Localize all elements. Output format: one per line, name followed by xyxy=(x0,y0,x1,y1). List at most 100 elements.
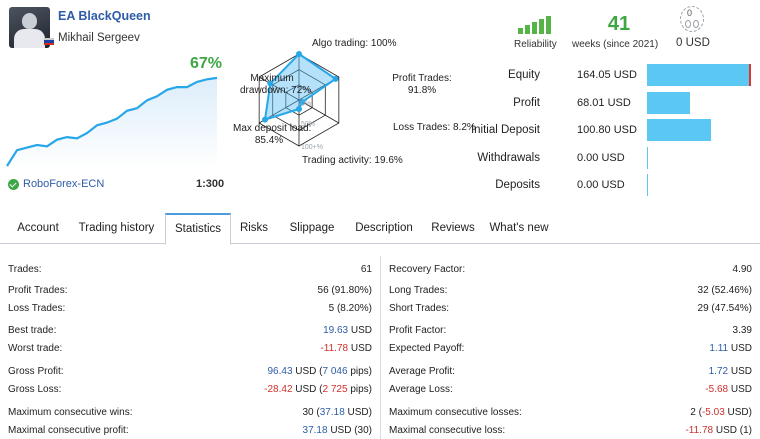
broker-name: RoboForex-ECN xyxy=(23,178,105,190)
radar-axis-label-line: drawdown: 72% xyxy=(240,85,312,96)
financial-row-equity: Equity 164.05 USD xyxy=(470,63,760,89)
signal-name[interactable]: EA BlackQueen xyxy=(58,9,151,23)
author-name[interactable]: Mikhail Sergeev xyxy=(58,32,140,44)
radar-axis-label-line: Algo trading: 100% xyxy=(312,38,397,49)
stat-value-part: 4.90 xyxy=(732,264,752,275)
radar-axis-label-line: 85.4% xyxy=(254,135,284,146)
growth-area xyxy=(7,77,217,168)
stat-value-part: 30 ( xyxy=(302,407,320,418)
leverage: 1:300 xyxy=(196,178,225,190)
broker[interactable]: RoboForex-ECN xyxy=(8,178,104,190)
tab-slippage[interactable]: Slippage xyxy=(281,213,343,244)
stat-value: 56 (91.80%) xyxy=(318,284,372,298)
stat-label: Maximum consecutive losses: xyxy=(389,407,522,418)
radar-point xyxy=(261,116,268,123)
radar-axis-label-line: Max deposit load: xyxy=(233,123,312,134)
stat-label: Maximum consecutive wins: xyxy=(8,407,133,418)
stat-value-part: 1.72 xyxy=(708,366,729,377)
financial-value: 0.00 USD xyxy=(577,151,625,164)
stat-label: Profit Factor: xyxy=(389,325,447,336)
stat-row: Maximum consecutive wins: 30 (37.18 USD) xyxy=(8,406,372,420)
radar-axis-label: Maximum drawdown: 72% xyxy=(240,73,312,97)
radar-axis-label: Trading activity: 19.6% xyxy=(302,155,403,167)
stat-value-part: pips) xyxy=(347,384,372,395)
stat-value-part: USD xyxy=(348,325,372,336)
financial-bar xyxy=(647,119,711,141)
stat-label: Gross Loss: xyxy=(8,384,62,395)
financial-label: Initial Deposit xyxy=(470,124,540,136)
stat-value: 30 (37.18 USD) xyxy=(303,406,373,420)
stat-value: -5.68 USD xyxy=(705,383,752,397)
stat-row: Gross Profit: 96.43 USD (7 046 pips) xyxy=(8,365,372,379)
financial-bar-baseline xyxy=(647,146,648,169)
financial-row-profit: Profit 68.01 USD xyxy=(470,91,760,117)
tab-reviews[interactable]: Reviews xyxy=(425,213,481,244)
reliability-bars-icon xyxy=(518,16,554,34)
stat-value: -11.78 USD xyxy=(320,342,372,356)
tab-account[interactable]: Account xyxy=(9,213,67,244)
stat-value: -11.78 USD (1) xyxy=(685,424,752,438)
stat-value-part: 61 xyxy=(360,264,372,275)
tab-description[interactable]: Description xyxy=(346,213,422,244)
stat-value-part: -5.68 xyxy=(705,384,729,395)
radar-point xyxy=(332,75,339,82)
financial-value: 100.80 USD xyxy=(577,124,637,136)
stat-row: Short Trades: 29 (47.54%) xyxy=(389,302,752,316)
stat-value-part: -5.03 xyxy=(701,407,725,418)
radar-ring-label: 0% xyxy=(301,100,311,107)
stat-label: Maximal consecutive profit: xyxy=(8,425,129,436)
stat-value-part: 32 (52.46%) xyxy=(697,285,752,296)
stat-row: Gross Loss: -28.42 USD (2 725 pips) xyxy=(8,383,372,397)
stat-value: 1.72 USD xyxy=(709,365,752,379)
growth-chart xyxy=(6,76,218,168)
stat-value-part: 37.18 xyxy=(319,407,345,418)
financial-row-withdrawals: Withdrawals 0.00 USD xyxy=(470,146,760,172)
stat-label: Long Trades: xyxy=(389,285,448,296)
radar-axis-label: Profit Trades: 91.8% xyxy=(392,73,452,97)
stat-value: 1.11 USD xyxy=(709,342,752,356)
stat-value-part: -11.78 xyxy=(320,343,349,354)
stat-value-part: USD) xyxy=(344,407,372,418)
stat-value-part: 56 (91.80%) xyxy=(317,285,372,296)
financial-bar xyxy=(647,91,691,114)
stat-value: -28.42 USD (2 725 pips) xyxy=(264,383,372,397)
reliability-label: Reliability xyxy=(514,39,557,50)
financial-row-deposits: Deposits 0.00 USD xyxy=(470,173,760,199)
stat-row: Maximum consecutive losses: 2 (-5.03 USD) xyxy=(389,406,752,420)
radar-axis-label-line: Profit Trades: xyxy=(392,73,452,84)
subscribers-icon: 0 xyxy=(680,6,704,32)
tab-statistics[interactable]: Statistics xyxy=(165,213,231,245)
stat-value-part: 1.11 xyxy=(709,343,729,354)
stat-value-part: 37.18 xyxy=(302,425,328,436)
financial-row-initial-deposit: Initial Deposit 100.80 USD xyxy=(470,118,760,144)
tab-trading-history[interactable]: Trading history xyxy=(72,213,161,244)
radar-axis-label-line: Maximum xyxy=(250,73,294,84)
tab-risks[interactable]: Risks xyxy=(231,213,277,244)
tab-what-s-new[interactable]: What's new xyxy=(485,213,553,244)
stat-row: Maximal consecutive profit: 37.18 USD (30… xyxy=(8,424,372,438)
financial-label: Withdrawals xyxy=(477,151,540,164)
radar-axis-label: Loss Trades: 8.2% xyxy=(393,122,476,134)
reliability-bar xyxy=(525,25,530,34)
subscribers-count: 0 xyxy=(687,8,693,18)
financial-label: Equity xyxy=(508,69,540,81)
stat-row: Maximal consecutive loss: -11.78 USD (1) xyxy=(389,424,752,438)
stat-value-part: USD ( xyxy=(292,384,323,395)
reliability-bar xyxy=(518,28,523,34)
reliability-bar xyxy=(532,22,537,34)
reliability-bar xyxy=(546,16,551,34)
verified-check-icon xyxy=(8,178,19,190)
radar-axis-label-line: Loss Trades: 8.2% xyxy=(393,122,476,133)
financial-bar xyxy=(647,64,751,86)
reliability-bar xyxy=(539,19,544,34)
stat-label: Maximal consecutive loss: xyxy=(389,425,506,436)
stat-label: Worst trade: xyxy=(8,343,63,354)
financial-label: Deposits xyxy=(495,179,540,191)
stat-value-part: 19.63 xyxy=(323,325,349,336)
stat-value-part: USD xyxy=(728,366,752,377)
stat-row: Recovery Factor: 4.90 xyxy=(389,263,752,277)
stat-value-part: 7 046 xyxy=(322,366,348,377)
stat-row: Long Trades: 32 (52.46%) xyxy=(389,284,752,298)
stat-value-part: USD) xyxy=(724,407,752,418)
stat-label: Short Trades: xyxy=(389,303,450,314)
